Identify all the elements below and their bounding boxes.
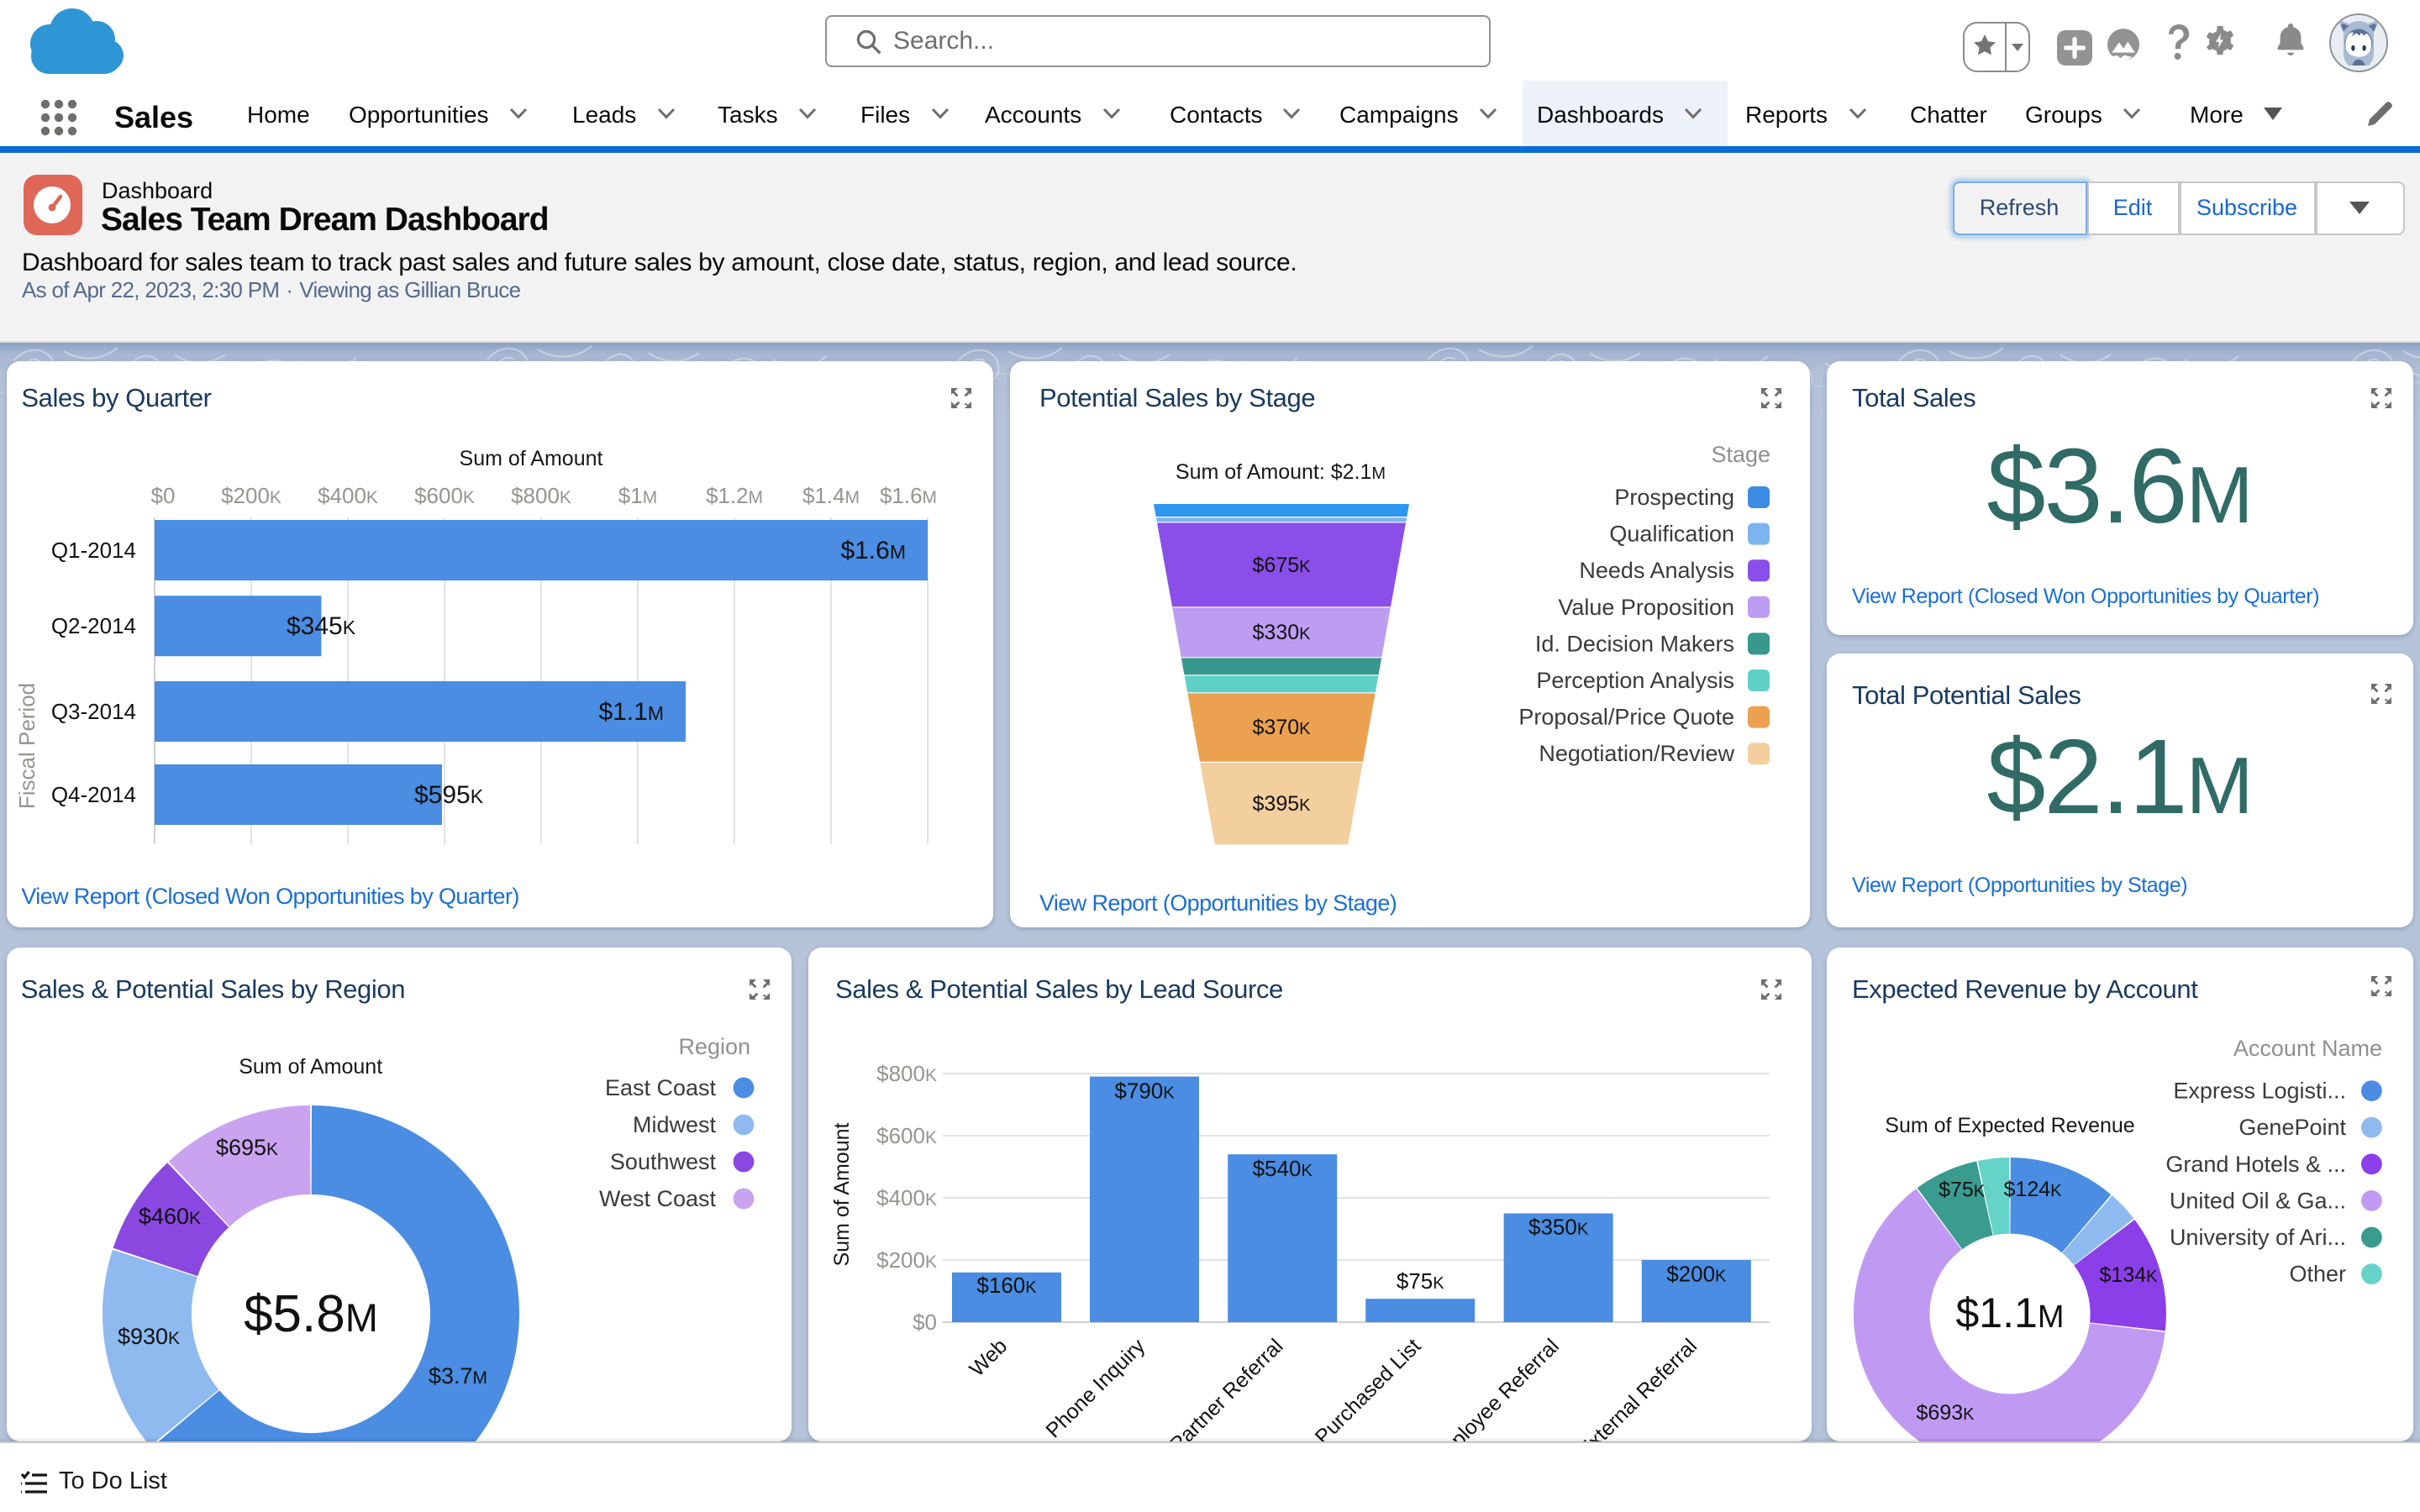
svg-text:External Referral: External Referral <box>1574 1333 1702 1441</box>
svg-text:$0: $0 <box>151 483 176 508</box>
svg-text:Needs Analysis: Needs Analysis <box>1579 558 1734 583</box>
svg-text:$600K: $600K <box>414 483 475 508</box>
svg-text:$1.1M: $1.1M <box>1955 1289 2064 1336</box>
svg-text:Other: Other <box>2288 1261 2345 1286</box>
svg-text:$675K: $675K <box>1253 554 1312 577</box>
svg-text:Value Proposition: Value Proposition <box>1558 595 1734 620</box>
svg-text:$1.4M: $1.4M <box>802 483 860 508</box>
svg-text:$75K: $75K <box>1938 1177 1985 1200</box>
svg-text:$75K: $75K <box>1397 1268 1444 1293</box>
svg-text:$200K: $200K <box>876 1247 937 1272</box>
svg-text:Web: Web <box>965 1333 1012 1380</box>
svg-text:$1M: $1M <box>618 483 657 508</box>
svg-text:Grand Hotels & ...: Grand Hotels & ... <box>2165 1151 2345 1176</box>
svg-text:$330K: $330K <box>1253 621 1312 644</box>
svg-text:Sum of Amount: $2.1M: Sum of Amount: $2.1M <box>1176 460 1386 484</box>
svg-text:Q1-2014: Q1-2014 <box>51 538 136 563</box>
svg-text:$200K: $200K <box>221 483 281 508</box>
svg-text:East Coast: East Coast <box>605 1074 717 1100</box>
svg-text:University of Ari...: University of Ari... <box>2169 1224 2345 1249</box>
svg-text:$1.6M: $1.6M <box>840 537 906 564</box>
svg-text:$1.6M: $1.6M <box>880 483 937 508</box>
svg-text:Sum of Amount: Sum of Amount <box>460 447 603 470</box>
svg-text:Employee Referral: Employee Referral <box>1424 1333 1564 1441</box>
svg-text:Sum of Amount: Sum of Amount <box>239 1054 382 1078</box>
svg-text:Fiscal Period: Fiscal Period <box>14 683 39 809</box>
svg-text:Stage: Stage <box>1711 442 1770 467</box>
svg-text:$1.2M: $1.2M <box>706 483 763 508</box>
svg-text:$600K: $600K <box>876 1122 937 1147</box>
svg-text:United Oil & Ga...: United Oil & Ga... <box>2169 1187 2345 1212</box>
svg-text:$0: $0 <box>913 1309 937 1334</box>
svg-text:Q4-2014: Q4-2014 <box>51 782 136 807</box>
svg-text:Region: Region <box>678 1033 750 1058</box>
svg-text:$800K: $800K <box>876 1060 937 1085</box>
svg-text:$595K: $595K <box>414 781 484 809</box>
svg-text:$395K: $395K <box>1253 792 1312 816</box>
svg-text:Express Logisti...: Express Logisti... <box>2172 1078 2345 1103</box>
svg-text:Proposal/Price Quote: Proposal/Price Quote <box>1518 705 1734 730</box>
svg-text:West Coast: West Coast <box>599 1185 717 1210</box>
svg-text:Qualification: Qualification <box>1609 522 1734 547</box>
svg-text:GenePoint: GenePoint <box>2238 1114 2345 1139</box>
svg-text:Sum of Expected Revenue: Sum of Expected Revenue <box>1884 1113 2133 1137</box>
svg-text:$400K: $400K <box>876 1184 937 1210</box>
svg-text:Account Name: Account Name <box>2233 1035 2381 1060</box>
svg-text:Q2-2014: Q2-2014 <box>51 613 136 638</box>
svg-text:Negotiation/Review: Negotiation/Review <box>1539 741 1734 766</box>
svg-text:$124K: $124K <box>2003 1177 2062 1200</box>
svg-text:Partner Referral: Partner Referral <box>1165 1333 1288 1441</box>
svg-text:$693K: $693K <box>1916 1400 1975 1424</box>
svg-text:Perception Analysis: Perception Analysis <box>1536 668 1734 693</box>
svg-text:$5.8M: $5.8M <box>244 1284 378 1342</box>
svg-text:Q3-2014: Q3-2014 <box>51 699 136 724</box>
svg-text:Midwest: Midwest <box>633 1111 717 1137</box>
svg-text:$370K: $370K <box>1253 716 1312 739</box>
svg-text:Prospecting: Prospecting <box>1614 485 1734 510</box>
svg-text:Phone Inquiry: Phone Inquiry <box>1041 1333 1150 1441</box>
svg-text:Southwest: Southwest <box>610 1148 717 1173</box>
svg-text:Sum of Amount: Sum of Amount <box>830 1121 854 1265</box>
svg-text:Id. Decision Makers: Id. Decision Makers <box>1535 631 1734 656</box>
svg-text:$1.1M: $1.1M <box>598 698 664 726</box>
svg-text:$134K: $134K <box>2099 1263 2158 1286</box>
svg-text:Purchased List: Purchased List <box>1311 1333 1426 1441</box>
svg-text:$345K: $345K <box>287 612 356 640</box>
svg-text:$800K: $800K <box>511 483 571 508</box>
svg-text:$400K: $400K <box>318 483 378 508</box>
